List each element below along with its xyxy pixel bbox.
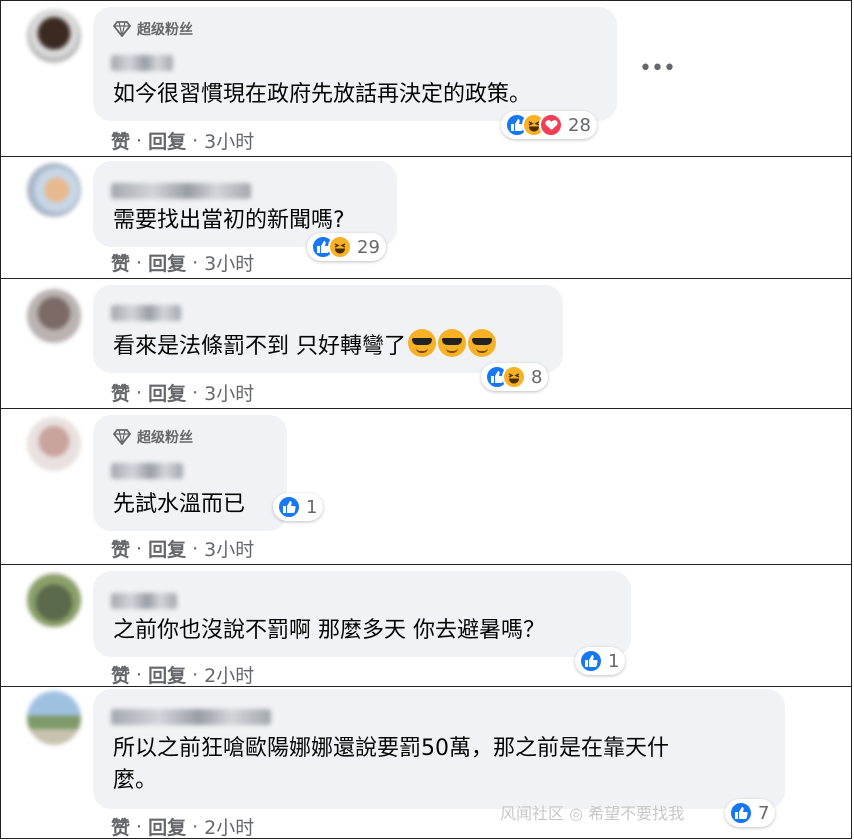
timestamp[interactable]: 3小时 bbox=[204, 127, 254, 154]
diamond-icon bbox=[113, 21, 131, 37]
timestamp[interactable]: 2小时 bbox=[204, 813, 254, 840]
comment-actions: 赞 · 回复 · 3小时 bbox=[111, 127, 254, 154]
comment-text: 如今很習慣現在政府先放話再決定的政策。 bbox=[113, 82, 532, 107]
comment-text-content: 看來是法條罰不到 只好轉彎了 bbox=[113, 334, 406, 359]
separator-dot: · bbox=[192, 129, 199, 152]
reactions-summary[interactable]: 7 bbox=[725, 799, 776, 827]
reply-button[interactable]: 回复 bbox=[148, 813, 186, 840]
separator-dot: · bbox=[136, 251, 143, 274]
comment-bubble: 看來是法條罰不到 只好轉彎了 bbox=[93, 285, 563, 373]
avatar[interactable] bbox=[27, 163, 81, 217]
badge-label: 超级粉丝 bbox=[137, 430, 193, 446]
comment-actions: 赞 · 回复 · 3小时 bbox=[111, 249, 254, 276]
comment-actions: 赞 · 回复 · 2小时 bbox=[111, 813, 254, 840]
avatar[interactable] bbox=[27, 289, 81, 343]
like-button[interactable]: 赞 bbox=[111, 661, 130, 688]
reply-button[interactable]: 回复 bbox=[148, 535, 186, 562]
reaction-count: 7 bbox=[758, 802, 770, 824]
commenter-name[interactable] bbox=[111, 305, 181, 321]
sunglasses-emoji-icon bbox=[438, 329, 466, 357]
like-button[interactable]: 赞 bbox=[111, 813, 130, 840]
commenter-name[interactable] bbox=[111, 709, 271, 725]
timestamp[interactable]: 3小时 bbox=[204, 379, 254, 406]
like-reaction-icon bbox=[277, 495, 301, 519]
reply-button[interactable]: 回复 bbox=[148, 661, 186, 688]
reply-button[interactable]: 回复 bbox=[148, 249, 186, 276]
separator-dot: · bbox=[192, 663, 199, 686]
like-reaction-icon bbox=[579, 649, 603, 673]
watermark: 风闻社区 ◎ 希望不要找我 bbox=[500, 804, 685, 823]
reactions-summary[interactable]: 1 bbox=[273, 493, 324, 521]
separator-dot: · bbox=[136, 381, 143, 404]
avatar[interactable] bbox=[27, 417, 81, 471]
avatar[interactable] bbox=[27, 691, 81, 745]
comment-bubble: 之前你也沒說不罰啊 那麼多天 你去避暑嗎？ bbox=[93, 571, 631, 657]
top-fan-badge: 超级粉丝 bbox=[113, 19, 193, 39]
reactions-summary[interactable]: 29 bbox=[307, 233, 386, 261]
timestamp[interactable]: 3小时 bbox=[204, 249, 254, 276]
comment-actions: 赞 · 回复 · 3小时 bbox=[111, 535, 254, 562]
commenter-name[interactable] bbox=[111, 463, 183, 479]
comment-6: 所以之前狂嗆歐陽娜娜還說要罰50萬，那之前是在靠天什 麼。 7 赞 · 回复 ·… bbox=[0, 686, 852, 839]
separator-dot: · bbox=[136, 129, 143, 152]
avatar[interactable] bbox=[27, 9, 81, 63]
reaction-count: 28 bbox=[568, 114, 591, 136]
comment-text: 所以之前狂嗆歐陽娜娜還說要罰50萬，那之前是在靠天什 麼。 bbox=[113, 736, 669, 793]
reaction-count: 8 bbox=[531, 366, 543, 388]
more-horizontal-icon[interactable]: ••• bbox=[639, 56, 676, 81]
like-button[interactable]: 赞 bbox=[111, 249, 130, 276]
comment-bubble: 超级粉丝 先試水溫而已 bbox=[93, 415, 287, 531]
reply-button[interactable]: 回复 bbox=[148, 127, 186, 154]
love-reaction-icon bbox=[539, 113, 563, 137]
comment-1: 超级粉丝 如今很習慣現在政府先放話再決定的政策。 ••• 28 赞 · 回复 ·… bbox=[0, 0, 852, 156]
like-button[interactable]: 赞 bbox=[111, 535, 130, 562]
comment-text: 之前你也沒說不罰啊 那麼多天 你去避暑嗎？ bbox=[113, 618, 545, 643]
reply-button[interactable]: 回复 bbox=[148, 379, 186, 406]
separator-dot: · bbox=[136, 537, 143, 560]
reactions-summary[interactable]: 1 bbox=[575, 647, 626, 675]
haha-reaction-icon bbox=[328, 235, 352, 259]
comment-actions: 赞 · 回复 · 2小时 bbox=[111, 661, 254, 688]
top-fan-badge: 超级粉丝 bbox=[113, 427, 193, 447]
comment-4: 超级粉丝 先試水溫而已 1 赞 · 回复 · 3小时 bbox=[0, 408, 852, 564]
separator-dot: · bbox=[192, 537, 199, 560]
separator-dot: · bbox=[192, 251, 199, 274]
comment-actions: 赞 · 回复 · 3小时 bbox=[111, 379, 254, 406]
separator-dot: · bbox=[192, 815, 199, 838]
reactions-summary[interactable]: 28 bbox=[501, 111, 597, 139]
reaction-count: 29 bbox=[357, 236, 380, 258]
comment-2: 需要找出當初的新聞嗎? 29 赞 · 回复 · 3小时 bbox=[0, 156, 852, 278]
sunglasses-emoji-icon bbox=[408, 329, 436, 357]
timestamp[interactable]: 2小时 bbox=[204, 661, 254, 688]
comment-text: 看來是法條罰不到 只好轉彎了 bbox=[113, 329, 496, 363]
comment-bubble: 所以之前狂嗆歐陽娜娜還說要罰50萬，那之前是在靠天什 麼。 bbox=[93, 689, 785, 809]
avatar[interactable] bbox=[27, 573, 81, 627]
comment-3: 看來是法條罰不到 只好轉彎了 8 赞 · 回复 · 3小时 bbox=[0, 278, 852, 408]
separator-dot: · bbox=[192, 381, 199, 404]
comment-text: 先試水溫而已 bbox=[113, 492, 246, 517]
comment-bubble: 超级粉丝 如今很習慣現在政府先放話再決定的政策。 bbox=[93, 7, 617, 121]
like-button[interactable]: 赞 bbox=[111, 379, 130, 406]
reaction-count: 1 bbox=[306, 496, 318, 518]
comment-5: 之前你也沒說不罰啊 那麼多天 你去避暑嗎？ 1 赞 · 回复 · 2小时 bbox=[0, 564, 852, 688]
diamond-icon bbox=[113, 429, 131, 445]
reaction-count: 1 bbox=[608, 650, 620, 672]
like-reaction-icon bbox=[729, 801, 753, 825]
separator-dot: · bbox=[136, 815, 143, 838]
commenter-name[interactable] bbox=[111, 593, 177, 609]
haha-reaction-icon bbox=[502, 365, 526, 389]
reactions-summary[interactable]: 8 bbox=[481, 363, 549, 391]
timestamp[interactable]: 3小时 bbox=[204, 535, 254, 562]
separator-dot: · bbox=[136, 663, 143, 686]
badge-label: 超级粉丝 bbox=[137, 22, 193, 38]
like-button[interactable]: 赞 bbox=[111, 127, 130, 154]
sunglasses-emoji-icon bbox=[468, 329, 496, 357]
comment-text: 需要找出當初的新聞嗎? bbox=[113, 208, 345, 233]
commenter-name[interactable] bbox=[111, 55, 173, 71]
commenter-name[interactable] bbox=[111, 183, 251, 199]
